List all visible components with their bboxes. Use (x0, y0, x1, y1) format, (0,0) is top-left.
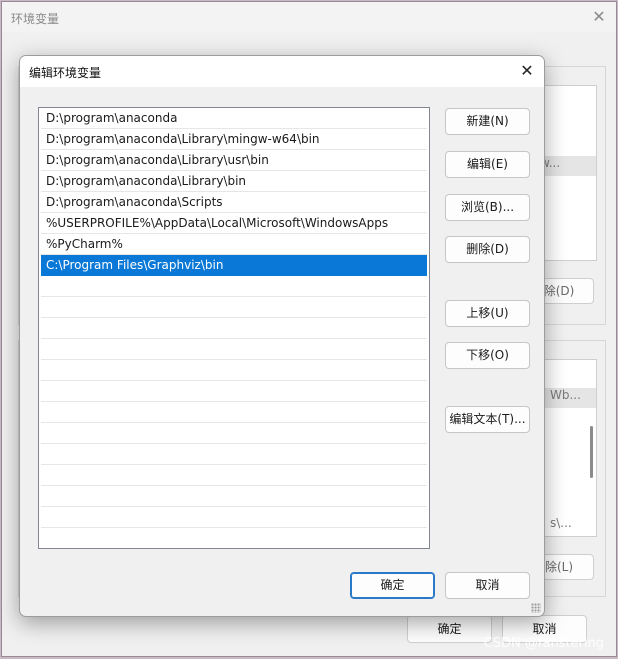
browse-button[interactable]: 浏览(B)... (445, 194, 530, 221)
bg-window-title: 环境变量 (11, 12, 60, 26)
bg-close-icon[interactable]: ✕ (588, 6, 610, 28)
system-list-fragment-2: s\... (550, 516, 572, 530)
path-row[interactable] (41, 423, 427, 444)
move-down-button[interactable]: 下移(O) (445, 342, 530, 369)
path-row[interactable]: %PyCharm% (41, 234, 427, 255)
system-list-fragment-1: Wb... (550, 388, 581, 402)
path-row[interactable]: %USERPROFILE%\AppData\Local\Microsoft\Wi… (41, 213, 427, 234)
new-button[interactable]: 新建(N) (445, 108, 530, 135)
path-row[interactable] (41, 465, 427, 486)
close-icon[interactable]: ✕ (513, 58, 541, 84)
path-row[interactable] (41, 444, 427, 465)
cancel-button[interactable]: 取消 (445, 572, 530, 599)
path-row[interactable] (41, 486, 427, 507)
path-row[interactable]: D:\program\anaconda\Library\usr\bin (41, 150, 427, 171)
path-row[interactable] (41, 507, 427, 528)
path-row[interactable] (41, 318, 427, 339)
path-row[interactable]: D:\program\anaconda\Scripts (41, 192, 427, 213)
path-row[interactable] (41, 528, 427, 548)
path-list[interactable]: D:\program\anaconda D:\program\anaconda\L… (38, 107, 430, 549)
path-row[interactable]: D:\program\anaconda (41, 108, 427, 129)
ok-button[interactable]: 确定 (350, 572, 435, 599)
bg-titlebar: 环境变量 ✕ (2, 2, 616, 32)
path-row[interactable]: D:\program\anaconda\Library\mingw-w64\bi… (41, 129, 427, 150)
path-row-selected[interactable]: C:\Program Files\Graphviz\bin (41, 255, 427, 276)
path-row[interactable] (41, 297, 427, 318)
edit-text-button[interactable]: 编辑文本(T)... (445, 406, 530, 433)
edit-button[interactable]: 编辑(E) (445, 151, 530, 178)
delete-button[interactable]: 删除(D) (445, 236, 530, 263)
path-row[interactable] (41, 276, 427, 297)
resize-grip[interactable] (531, 603, 541, 613)
dialog-title: 编辑环境变量 (29, 66, 102, 80)
path-row[interactable] (41, 360, 427, 381)
path-row[interactable] (41, 381, 427, 402)
dialog-titlebar: 编辑环境变量 ✕ (20, 56, 544, 87)
system-list-scrollbar[interactable] (590, 426, 593, 478)
edit-environment-variable-dialog: 编辑环境变量 ✕ D:\program\anaconda D:\program\a… (19, 55, 545, 617)
path-row[interactable] (41, 339, 427, 360)
path-row[interactable]: D:\program\anaconda\Library\bin (41, 171, 427, 192)
bg-ok-button[interactable]: 确定 (407, 615, 492, 643)
watermark: CSDN @fanstering (483, 636, 604, 651)
path-row[interactable] (41, 402, 427, 423)
move-up-button[interactable]: 上移(U) (445, 300, 530, 327)
